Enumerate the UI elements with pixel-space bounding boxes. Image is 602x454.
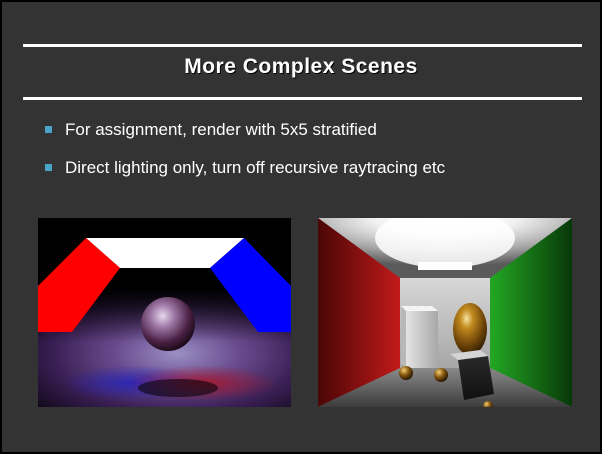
square-bullet-icon xyxy=(45,126,52,133)
square-bullet-icon xyxy=(45,164,52,171)
sphere-scene-render xyxy=(38,218,291,407)
slide: More Complex Scenes For assignment, rend… xyxy=(0,0,602,454)
title-rule-top xyxy=(23,44,582,47)
sphere-scene-image xyxy=(38,218,291,407)
bullet-text: For assignment, render with 5x5 stratifi… xyxy=(65,120,377,139)
bullet-text: Direct lighting only, turn off recursive… xyxy=(65,158,446,177)
cornell-box-render xyxy=(318,218,572,407)
bullet-list: For assignment, render with 5x5 stratifi… xyxy=(45,120,445,196)
slide-title: More Complex Scenes xyxy=(184,55,418,78)
bullet-item: Direct lighting only, turn off recursive… xyxy=(45,158,445,178)
cornell-box-image xyxy=(318,218,572,407)
title-rule-bottom xyxy=(23,97,582,100)
bullet-item: For assignment, render with 5x5 stratifi… xyxy=(45,120,445,140)
